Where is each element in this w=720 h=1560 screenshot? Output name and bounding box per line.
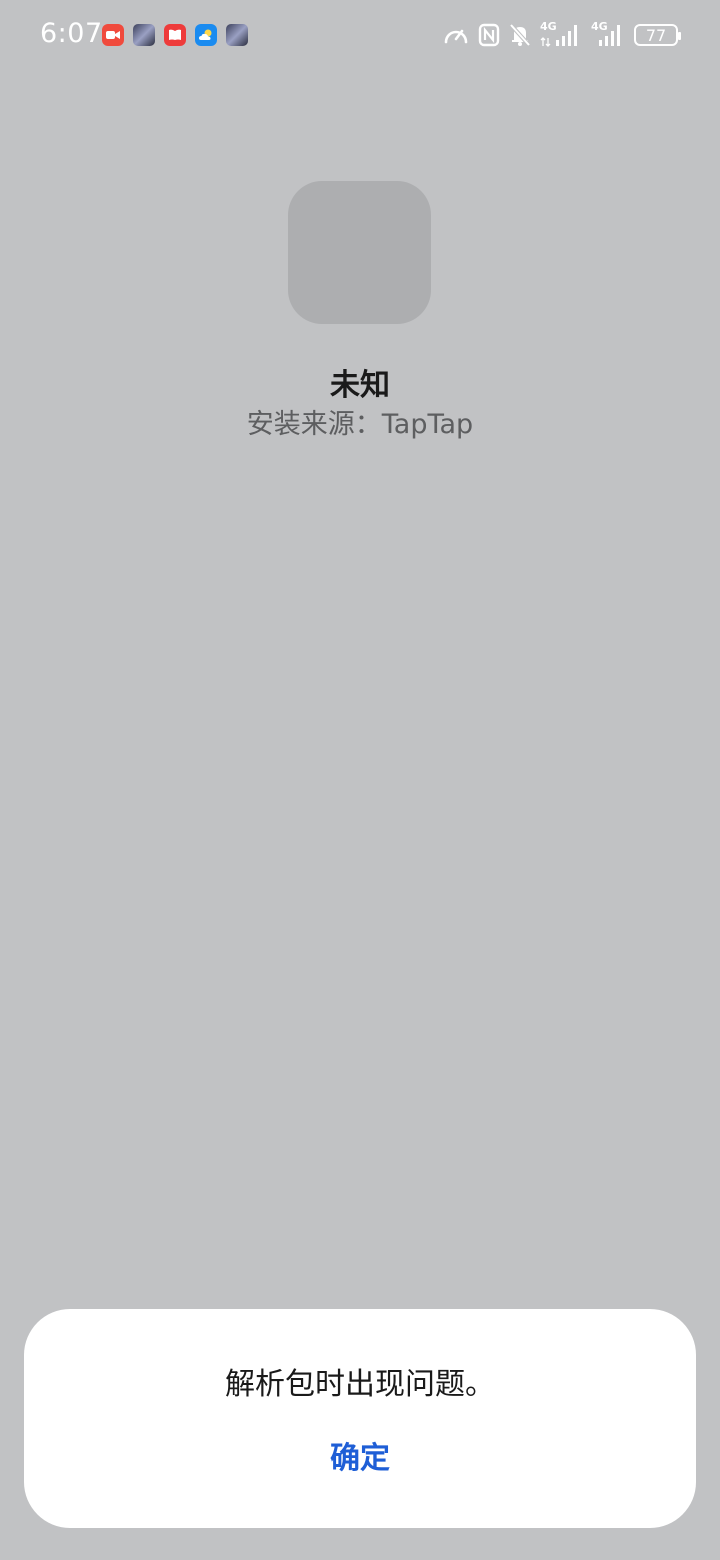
dialog-message: 解析包时出现问题。 (225, 1367, 495, 1402)
battery-icon: 77 (634, 24, 681, 46)
app-icon-placeholder (288, 181, 431, 324)
parse-error-dialog: 解析包时出现问题。 确定 (24, 1309, 696, 1528)
confirm-button[interactable]: 确定 (280, 1425, 440, 1485)
signal-4g-icon: 4G (540, 20, 582, 48)
game-avatar-icon (226, 24, 248, 46)
installer-screen: 6:07 4G 4G 77 未知 安装来源：TapTap 解析包时出现问题。 确… (0, 0, 720, 1560)
weather-app-icon (195, 24, 217, 46)
app-name: 未知 (330, 368, 390, 403)
system-icons: 4G 4G 77 (443, 20, 681, 50)
install-source: 安装来源：TapTap (246, 409, 474, 440)
book-app-icon (164, 24, 186, 46)
bell-muted-icon (509, 23, 531, 47)
video-app-icon (102, 24, 124, 46)
speed-gauge-icon (443, 23, 469, 47)
signal-4g-icon: 4G (591, 20, 625, 48)
status-time: 6:07 (40, 18, 103, 49)
battery-level: 77 (645, 25, 667, 45)
game-avatar-icon (133, 24, 155, 46)
notification-icons (102, 24, 248, 46)
nfc-icon (478, 23, 500, 47)
status-bar: 6:07 4G 4G 77 (0, 0, 720, 70)
